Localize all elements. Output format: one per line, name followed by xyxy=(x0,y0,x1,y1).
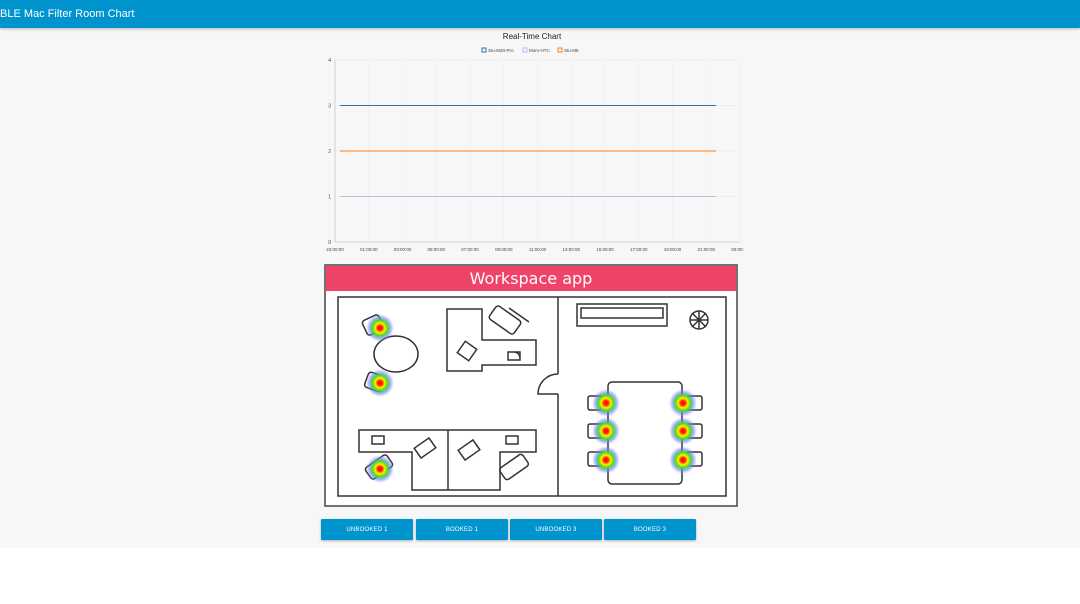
floorplan-header-text: Workspace app xyxy=(470,269,593,288)
heat-spot xyxy=(592,446,620,474)
heat-spot xyxy=(366,369,394,397)
x-tick-label: 15:00:00 xyxy=(596,247,614,252)
x-tick-label: 11:00:00 xyxy=(529,247,547,252)
x-tick-label: 00:00:00 xyxy=(731,247,744,252)
legend-label: Stu-M8 xyxy=(564,48,579,53)
x-tick-label: 05:00:00 xyxy=(427,247,445,252)
heat-spot xyxy=(592,389,620,417)
x-tick-label: 19:00:00 xyxy=(664,247,682,252)
booked-1-button[interactable]: BOOKED 1 xyxy=(416,519,508,540)
workspace-floorplan: Workspace app xyxy=(324,264,738,507)
x-tick-label: 13:00:00 xyxy=(562,247,580,252)
page-title: BLE Mac Filter Room Chart xyxy=(0,8,135,20)
chart-title: Real-Time Chart xyxy=(503,32,562,41)
x-tick-label: 07:00:00 xyxy=(461,247,479,252)
unbooked-1-button[interactable]: UNBOOKED 1 xyxy=(321,519,413,540)
y-tick-label: 2 xyxy=(328,149,331,155)
booking-button-row: UNBOOKED 1 BOOKED 1 UNBOOKED 3 BOOKED 3 xyxy=(321,519,701,541)
y-tick-label: 4 xyxy=(328,58,331,64)
booked-3-button[interactable]: BOOKED 3 xyxy=(604,519,696,540)
heat-spot xyxy=(592,417,620,445)
x-tick-label: 21:00:00 xyxy=(697,247,715,252)
unbooked-3-button[interactable]: UNBOOKED 3 xyxy=(510,519,602,540)
y-tick-label: 3 xyxy=(328,104,331,110)
legend-swatch xyxy=(557,47,563,53)
heat-spot xyxy=(366,314,394,342)
heat-spot xyxy=(669,417,697,445)
real-time-chart: Real-Time Chart Stu-M20-Pro Mom-HTC Stu-M8 0… xyxy=(322,30,744,258)
legend-label: Stu-M20-Pro xyxy=(488,48,514,53)
x-tick-label: 17:00:00 xyxy=(630,247,648,252)
heat-spot xyxy=(669,446,697,474)
page-footer-area xyxy=(0,548,1080,604)
legend-label: Mom-HTC xyxy=(529,48,550,53)
x-tick-label: 23:00:00 xyxy=(326,247,344,252)
x-tick-label: 01:00:00 xyxy=(360,247,378,252)
legend-swatch xyxy=(481,47,487,53)
y-tick-label: 0 xyxy=(328,240,331,246)
heat-spot xyxy=(366,455,394,483)
legend-swatch xyxy=(522,47,528,53)
x-tick-label: 09:00:00 xyxy=(495,247,513,252)
y-tick-label: 1 xyxy=(328,195,331,201)
x-tick-label: 03:00:00 xyxy=(394,247,412,252)
plant-leaves xyxy=(690,311,708,329)
heat-spot xyxy=(669,389,697,417)
top-toolbar: BLE Mac Filter Room Chart xyxy=(0,0,1080,28)
